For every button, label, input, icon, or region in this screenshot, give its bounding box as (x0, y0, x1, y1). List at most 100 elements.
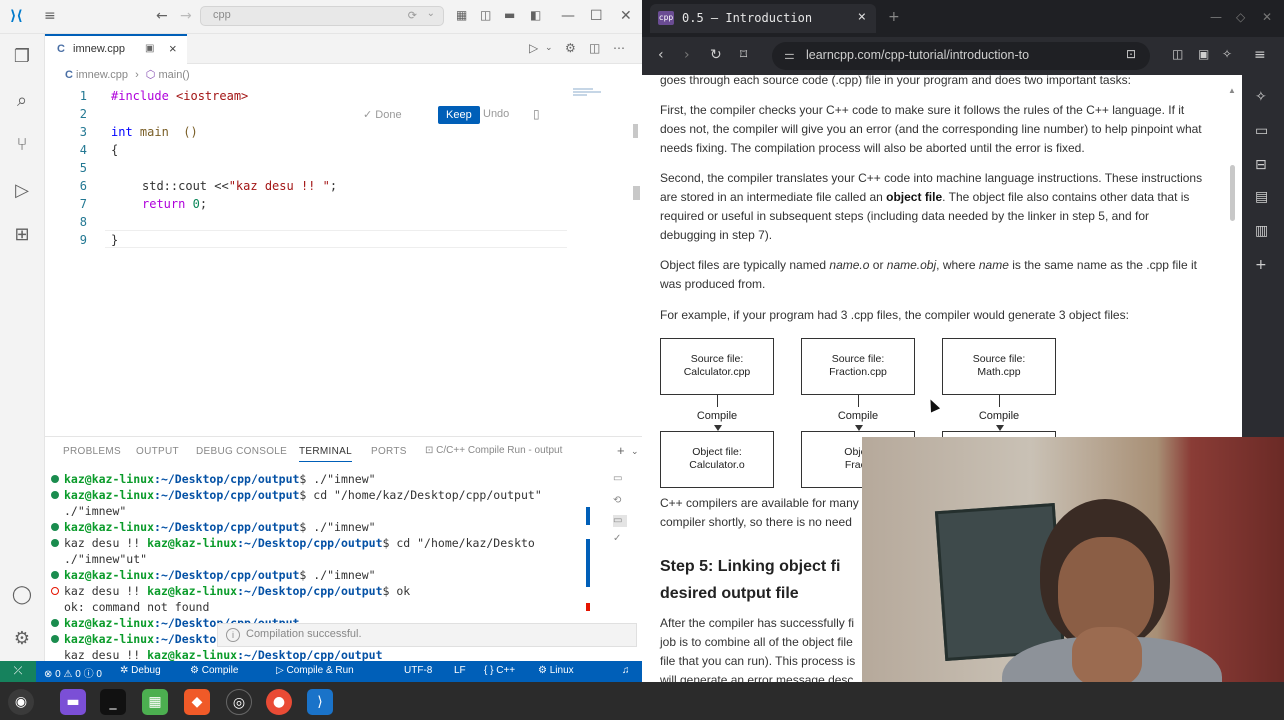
compile-button[interactable]: ⚙ Compile (190, 665, 238, 676)
more-actions-icon[interactable]: ⋯ (613, 41, 625, 55)
diagram-source-box: Source file: Calculator.cpp (660, 338, 774, 395)
keep-button[interactable]: Keep (438, 106, 480, 124)
page-scrollbar-thumb[interactable] (1230, 165, 1235, 221)
code-line-1[interactable]: #include <iostream> (111, 87, 248, 105)
toggle-secondary-sidebar-icon[interactable]: ◧ (530, 8, 541, 22)
run-debug-icon[interactable]: ▷ (11, 180, 33, 202)
close-tab-icon[interactable]: × (858, 9, 866, 25)
menu-icon[interactable]: ≡ (44, 8, 56, 24)
breadcrumb-file[interactable]: imnew.cpp (76, 69, 128, 81)
maximize-icon[interactable]: ◇ (1236, 10, 1245, 24)
compile-run-button[interactable]: ▷ Compile & Run (276, 665, 354, 676)
copilot-icon[interactable]: ⟳ (408, 9, 417, 22)
run-file-icon[interactable]: ▷ (529, 41, 538, 55)
reading-list-icon[interactable]: ▭ (1255, 123, 1268, 139)
layout-icon[interactable]: ▦ (456, 8, 467, 22)
close-window-icon[interactable]: ✕ (1262, 10, 1272, 24)
files-icon[interactable]: ▬ (60, 689, 86, 715)
undo-button[interactable]: Undo (483, 108, 509, 120)
debug-button[interactable]: ✲ Debug (120, 665, 161, 676)
leo-ai-icon[interactable]: ✧ (1222, 47, 1232, 61)
code-line-9[interactable]: } (111, 231, 118, 249)
forward-arrow-icon[interactable]: → (180, 8, 192, 24)
os-status[interactable]: ⚙ Linux (538, 665, 574, 676)
history-icon[interactable]: ▤ (1255, 189, 1268, 205)
close-tab-icon[interactable]: × (169, 41, 177, 56)
command-center-search[interactable]: cpp ⟳ ⌄ (200, 6, 444, 26)
maximize-icon[interactable]: ☐ (590, 8, 603, 24)
minimize-icon[interactable]: — (561, 8, 575, 24)
search-icon[interactable]: ⌕ (11, 90, 33, 112)
source-control-icon[interactable]: ⑂ (11, 134, 33, 156)
explorer-icon[interactable]: ❐ (11, 46, 33, 68)
tab-imnew-cpp[interactable]: C imnew.cpp ▣ × (45, 34, 187, 64)
reload-icon[interactable]: ↻ (710, 47, 722, 63)
reading-view-icon[interactable]: ◫ (1172, 47, 1183, 61)
code-editor[interactable]: 1 2 3 4 5 6 7 8 9 #include <iostream> in… (45, 86, 642, 436)
add-panel-icon[interactable]: + (1255, 257, 1267, 273)
code-line-4[interactable]: { (111, 141, 118, 159)
browser-menu-icon[interactable]: ≡ (1254, 47, 1266, 63)
tab-problems[interactable]: PROBLEMS (63, 446, 121, 457)
code-line-6[interactable]: std::cout <<"kaz desu !! "; (142, 177, 337, 195)
toggle-sidebar-icon[interactable]: ◫ (480, 8, 491, 22)
back-arrow-icon[interactable]: ← (156, 8, 168, 24)
terminal-instance-icon[interactable]: ⟲ (613, 495, 627, 507)
check-icon[interactable]: ✓ (613, 533, 627, 545)
terminal-instance-active-icon[interactable]: ▭ (613, 515, 627, 527)
editor-settings-icon[interactable]: ⚙ (565, 41, 576, 55)
errors-status[interactable]: ⊗ 0 ⚠ 0 ⓘ 0 (44, 665, 102, 680)
bookmarks-icon[interactable]: ⊟ (1255, 157, 1267, 173)
eol-status[interactable]: LF (454, 665, 466, 676)
editor-scrollbar-thumb[interactable] (633, 186, 640, 200)
minimap[interactable] (573, 88, 603, 100)
tab-output[interactable]: OUTPUT (136, 446, 179, 457)
code-line-7[interactable]: return 0; (142, 195, 207, 213)
run-dropdown-icon[interactable]: ⌄ (545, 43, 553, 53)
tab-debug-console[interactable]: DEBUG CONSOLE (196, 446, 287, 457)
wallet-icon[interactable]: ▣ (1198, 47, 1209, 61)
bookmark-icon[interactable]: ⌑ (740, 47, 747, 63)
terminal-instance-icon[interactable]: ▭ (613, 473, 627, 485)
terminal-app-icon[interactable]: _ (100, 689, 126, 715)
browser-tab-introduction[interactable]: cpp 0.5 — Introduction × (650, 4, 876, 33)
close-window-icon[interactable]: ✕ (620, 8, 632, 24)
split-editor-icon[interactable]: ◫ (589, 41, 600, 55)
done-button[interactable]: ✓ Done (363, 108, 402, 121)
brave-browser-icon[interactable]: ◆ (184, 689, 210, 715)
linux-mint-menu-icon[interactable]: ◉ (8, 689, 34, 715)
notes-icon[interactable]: ▥ (1255, 223, 1268, 239)
vscode-app-icon[interactable]: ⟩ (307, 689, 333, 715)
encoding-status[interactable]: UTF-8 (404, 665, 432, 676)
breadcrumb-symbol[interactable]: main() (158, 69, 189, 81)
back-icon[interactable]: ‹ (658, 47, 664, 63)
calculator-icon[interactable]: ▦ (142, 689, 168, 715)
scroll-up-arrow-icon[interactable]: ▲ (1228, 81, 1236, 100)
site-info-icon[interactable]: ⚌ (784, 48, 795, 62)
notification-toast[interactable]: i Compilation successful. (217, 623, 637, 647)
leo-sidebar-icon[interactable]: ✧ (1255, 89, 1267, 105)
minimize-icon[interactable]: — (1210, 10, 1222, 24)
screen-recorder-icon[interactable]: ● (266, 689, 292, 715)
notifications-bell-icon[interactable]: ♫ (622, 665, 630, 676)
terminal-dropdown-icon[interactable]: ⌄ (631, 446, 639, 457)
new-tab-icon[interactable]: + (888, 9, 900, 25)
code-line-3[interactable]: int main () (111, 123, 198, 141)
install-app-icon[interactable]: ⊡ (1126, 47, 1136, 61)
tab-ports[interactable]: PORTS (371, 446, 407, 457)
terminal-task-selector[interactable]: ⊡ C/C++ Compile Run - output (425, 445, 562, 456)
extensions-icon[interactable]: ⊞ (11, 224, 33, 246)
tab-terminal[interactable]: TERMINAL (299, 446, 352, 462)
forward-icon[interactable]: › (684, 47, 690, 63)
chevron-down-icon[interactable]: ⌄ (427, 8, 435, 19)
remote-icon[interactable]: ⤫ (0, 661, 36, 682)
new-terminal-icon[interactable]: + (617, 443, 625, 458)
account-icon[interactable]: ◯ (11, 584, 33, 606)
settings-gear-icon[interactable]: ⚙ (11, 628, 33, 650)
address-bar[interactable]: ⚌ learncpp.com/cpp-tutorial/introduction… (772, 42, 1150, 70)
editor-scrollbar[interactable] (633, 124, 638, 138)
obs-studio-icon[interactable]: ◎ (226, 689, 252, 715)
diff-icon[interactable]: ▯ (533, 107, 540, 121)
toggle-panel-icon[interactable]: ▬ (504, 8, 515, 22)
language-status[interactable]: { } C++ (484, 665, 515, 676)
